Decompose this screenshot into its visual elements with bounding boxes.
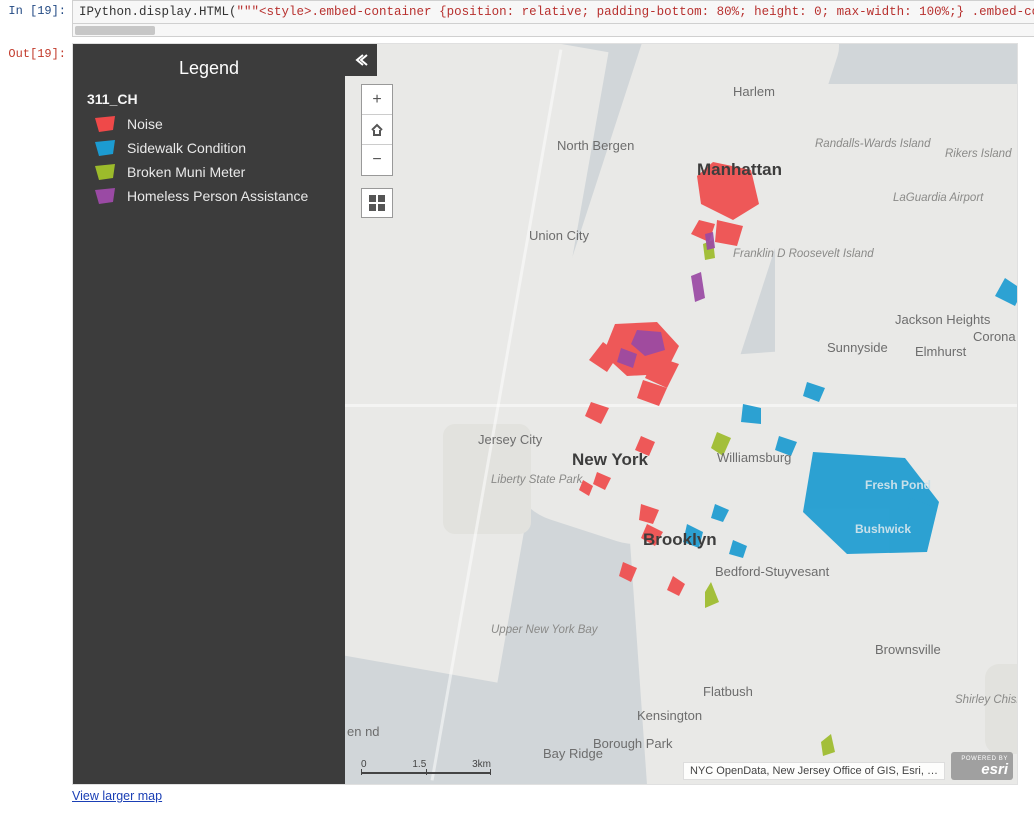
- legend-item-noise: Noise: [87, 115, 331, 133]
- code-input[interactable]: IPython.display.HTML("""<style>.embed-co…: [72, 0, 1034, 24]
- scrollbar-thumb[interactable]: [75, 26, 155, 35]
- label-bushwick: Bushwick: [855, 522, 911, 536]
- label-liberty: Liberty State Park: [491, 474, 541, 486]
- legend-label: Noise: [127, 116, 163, 132]
- zoom-in-button[interactable]: +: [362, 85, 392, 115]
- label-jackson: Jackson Heights: [895, 312, 965, 327]
- home-button[interactable]: [362, 115, 392, 145]
- esri-logo[interactable]: POWERED BY esri: [951, 752, 1013, 780]
- code-fn: IPython.display.HTML(: [79, 5, 237, 19]
- input-prompt: In [19]:: [0, 0, 72, 37]
- scale-1: 1.5: [412, 759, 426, 770]
- label-northbergen: North Bergen: [557, 138, 617, 153]
- legend-item-homeless: Homeless Person Assistance: [87, 187, 331, 205]
- label-rikers: Rikers Island: [945, 148, 1005, 160]
- legend-panel: Legend 311_CH Noise Sidewalk Condition B…: [73, 44, 345, 784]
- label-brownsville: Brownsville: [875, 642, 941, 657]
- legend-layer-name: 311_CH: [87, 91, 331, 107]
- map-canvas[interactable]: Manhattan New York Brooklyn Harlem North…: [345, 44, 1017, 784]
- legend-item-sidewalk: Sidewalk Condition: [87, 139, 331, 157]
- code-horizontal-scrollbar[interactable]: ▶: [72, 24, 1034, 37]
- label-laguardia: LaGuardia Airport: [893, 192, 967, 204]
- label-bayridge: Bay Ridge: [543, 746, 603, 761]
- label-bedstuy: Bedford-Stuyvesant: [715, 564, 829, 579]
- label-flatbush: Flatbush: [703, 684, 753, 699]
- label-elmhurst: Elmhurst: [915, 344, 966, 359]
- grid-icon: [369, 195, 385, 211]
- legend-swatch-meter: [93, 163, 117, 181]
- data-overlay: [345, 44, 1018, 785]
- scale-2: 3km: [472, 759, 491, 770]
- legend-title: Legend: [87, 58, 331, 79]
- legend-swatch-homeless: [93, 187, 117, 205]
- view-larger-map-link[interactable]: View larger map: [72, 789, 162, 803]
- label-freshpond: Fresh Pond: [865, 478, 931, 492]
- label-brooklyn: Brooklyn: [643, 530, 717, 550]
- zoom-controls: + −: [361, 84, 393, 176]
- label-jerseycity: Jersey City: [478, 432, 542, 447]
- legend-label: Homeless Person Assistance: [127, 188, 308, 204]
- legend-item-meter: Broken Muni Meter: [87, 163, 331, 181]
- legend-swatch-sidewalk: [93, 139, 117, 157]
- basemap-button[interactable]: [361, 188, 393, 218]
- esri-brand-text: esri: [981, 762, 1008, 777]
- label-upperny: Upper New York Bay: [491, 624, 543, 636]
- map-embed[interactable]: Manhattan New York Brooklyn Harlem North…: [72, 43, 1018, 785]
- label-randalls: Randalls-Wards Island: [815, 138, 915, 150]
- label-harlem: Harlem: [733, 84, 775, 99]
- label-shirley: Shirley Chisholm State Park: [955, 694, 1018, 706]
- label-newyork: New York: [572, 450, 648, 470]
- label-unioncity: Union City: [529, 228, 589, 243]
- collapse-legend-button[interactable]: [345, 44, 377, 76]
- label-franklin: Franklin D Roosevelt Island: [733, 248, 805, 260]
- home-icon: [370, 123, 384, 137]
- label-kensington: Kensington: [637, 708, 702, 723]
- scale-bar: 0 1.5 3km: [361, 759, 491, 774]
- label-staten: en nd: [347, 724, 377, 739]
- legend-label: Broken Muni Meter: [127, 164, 245, 180]
- code-string: """<style>.embed-container {position: re…: [237, 5, 1034, 19]
- chevron-left-icon: [354, 53, 368, 67]
- label-corona: Corona: [973, 329, 1016, 344]
- label-boroughpark: Borough Park: [593, 736, 663, 751]
- zoom-out-button[interactable]: −: [362, 145, 392, 175]
- output-prompt: Out[19]:: [0, 43, 72, 805]
- label-sunnyside: Sunnyside: [827, 340, 888, 355]
- map-attribution[interactable]: NYC OpenData, New Jersey Office of GIS, …: [683, 762, 945, 780]
- legend-label: Sidewalk Condition: [127, 140, 246, 156]
- label-williamsburg: Williamsburg: [717, 450, 791, 465]
- label-manhattan: Manhattan: [697, 160, 782, 180]
- legend-swatch-noise: [93, 115, 117, 133]
